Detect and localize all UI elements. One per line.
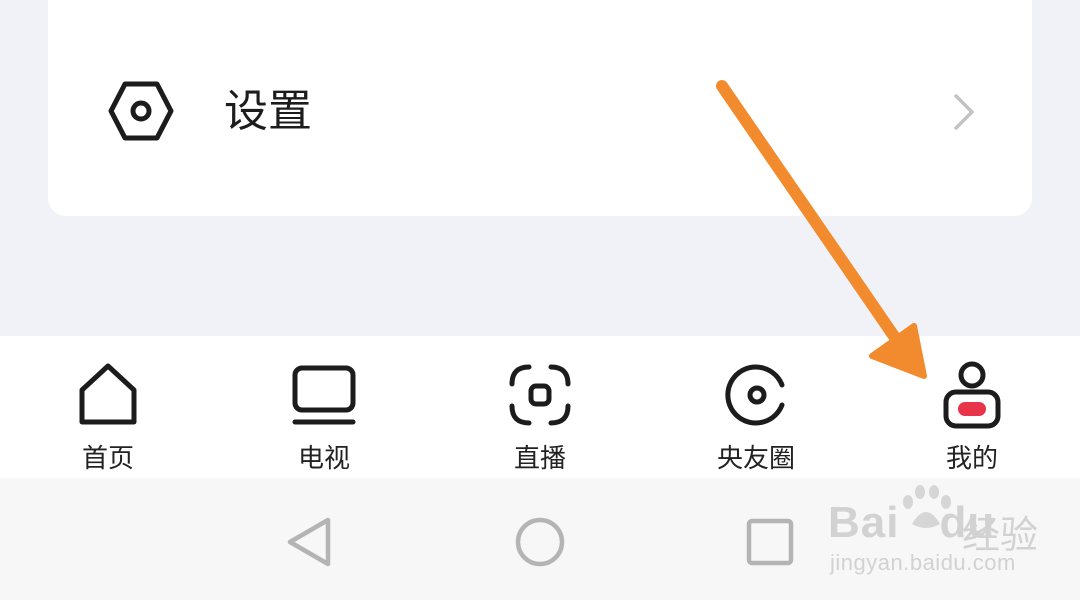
home-icon bbox=[79, 363, 137, 425]
tv-icon bbox=[292, 365, 356, 425]
hexagon-nut-icon bbox=[108, 81, 174, 141]
settings-card: 设置 bbox=[48, 0, 1032, 216]
recents-square-icon[interactable] bbox=[742, 514, 798, 570]
tab-circle[interactable]: 央友圈 bbox=[648, 336, 864, 478]
settings-row[interactable]: 设置 bbox=[48, 56, 1032, 168]
tab-label: 首页 bbox=[81, 444, 134, 474]
tab-label: 电视 bbox=[297, 444, 350, 474]
tab-live[interactable]: 直播 bbox=[432, 336, 648, 478]
back-triangle-icon[interactable] bbox=[282, 514, 338, 570]
home-circle-icon[interactable] bbox=[512, 514, 568, 570]
tab-tv[interactable]: 电视 bbox=[216, 336, 432, 478]
bottom-tab-bar: 首页 电视 直播 央友圈 我的 bbox=[0, 336, 1080, 478]
profile-icon bbox=[943, 361, 1001, 429]
live-icon bbox=[509, 364, 571, 426]
tab-label: 央友圈 bbox=[716, 444, 795, 474]
tab-mine[interactable]: 我的 bbox=[864, 336, 1080, 478]
watermark-url: jingyan.baidu.com bbox=[830, 550, 1016, 575]
tab-label: 我的 bbox=[945, 444, 998, 474]
baidu-watermark: Bai du 经验 jingyan.baidu.com bbox=[828, 484, 1058, 584]
tab-home[interactable]: 首页 bbox=[0, 336, 216, 478]
chevron-right-icon bbox=[954, 94, 974, 130]
circle-icon bbox=[725, 364, 785, 426]
settings-label: 设置 bbox=[224, 86, 312, 137]
tab-label: 直播 bbox=[513, 444, 566, 474]
paw-icon bbox=[903, 485, 951, 528]
